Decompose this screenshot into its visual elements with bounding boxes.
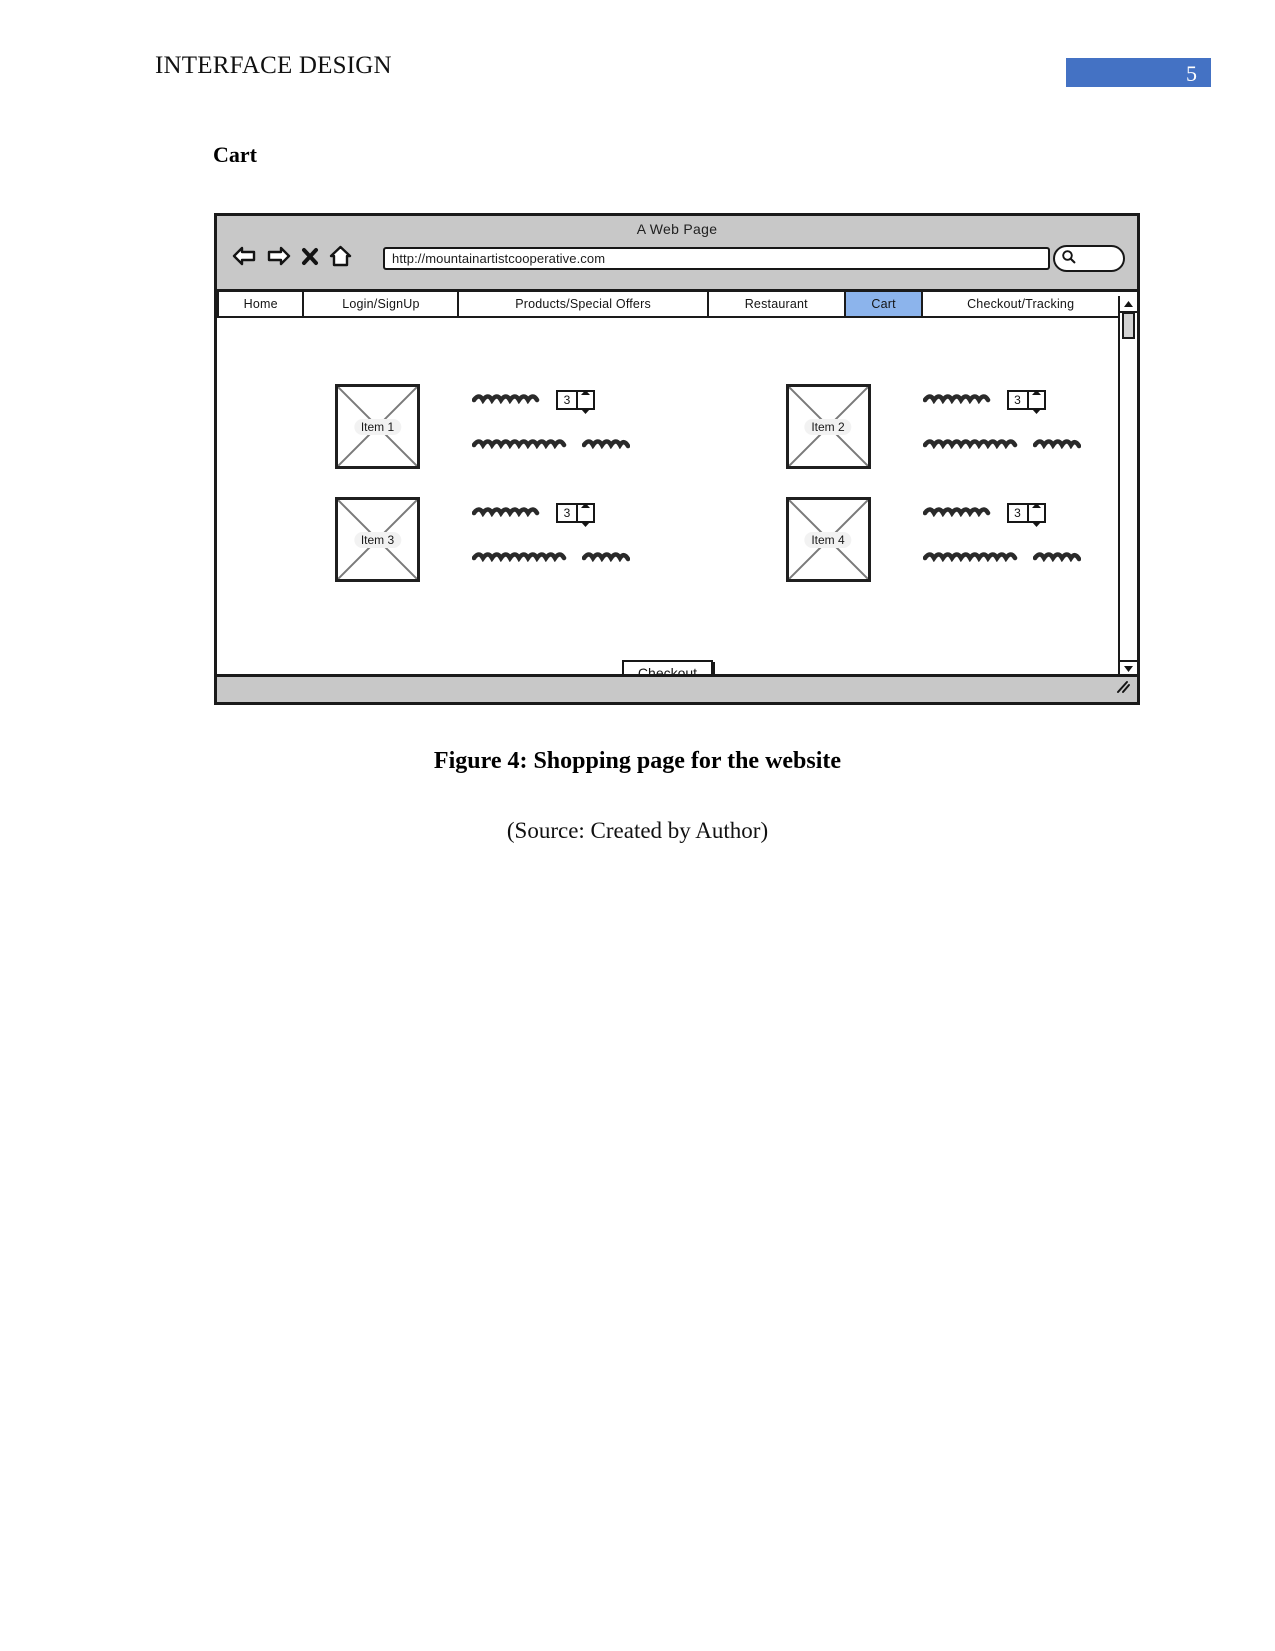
browser-status-bar [217, 674, 1137, 702]
chevron-up-icon[interactable] [1031, 495, 1041, 513]
item-description-placeholder-text [922, 436, 1025, 454]
quantity-value[interactable]: 3 [556, 503, 578, 523]
stepper-arrows[interactable] [578, 502, 595, 527]
search-box[interactable] [1053, 245, 1125, 272]
site-navigation-tabs: Home Login/SignUp Products/Special Offer… [217, 292, 1118, 318]
scroll-down-arrow-icon[interactable] [1120, 660, 1137, 675]
page-number-badge: 5 [1066, 58, 1211, 87]
url-bar[interactable]: http://mountainartistcooperative.com [383, 247, 1050, 270]
scroll-up-arrow-icon[interactable] [1120, 296, 1137, 313]
home-icon[interactable] [328, 244, 353, 268]
item-description-placeholder-text [471, 436, 574, 454]
cart-items-grid: Item 1 3 Item 2 3 Item 3 3 Item 4 3 [217, 384, 1118, 582]
chevron-down-icon[interactable] [1031, 514, 1041, 532]
item-image-placeholder: Item 2 [785, 384, 871, 469]
figure-caption: Figure 4: Shopping page for the website [433, 748, 842, 774]
stepper-arrows[interactable] [578, 389, 595, 414]
quantity-value[interactable]: 3 [1006, 390, 1029, 410]
cart-item: Item 2 3 [668, 384, 1119, 469]
figure-source-note: (Source: Created by Author) [506, 818, 769, 843]
tab-restaurant[interactable]: Restaurant [708, 292, 846, 316]
item-label: Item 3 [353, 531, 402, 548]
item-label: Item 1 [353, 418, 402, 435]
item-name-placeholder-text [471, 391, 546, 409]
item-name-placeholder-text [922, 391, 997, 409]
item-details: 3 [922, 384, 1081, 454]
quantity-value[interactable]: 3 [556, 390, 578, 410]
browser-chrome: A Web Page http://mountainartistcooperat… [217, 216, 1137, 292]
resize-grip-icon[interactable] [1115, 680, 1131, 699]
item-price-placeholder-text [581, 436, 631, 454]
cart-item: Item 4 3 [668, 497, 1119, 582]
browser-wireframe-mockup: A Web Page http://mountainartistcooperat… [214, 213, 1140, 705]
vertical-scrollbar[interactable] [1118, 296, 1137, 675]
forward-arrow-icon[interactable] [266, 245, 292, 267]
item-price-placeholder-text [1032, 436, 1081, 454]
item-image-placeholder: Item 1 [335, 384, 420, 469]
quantity-stepper[interactable]: 3 [1006, 389, 1046, 414]
cart-item: Item 3 3 [217, 497, 668, 582]
cart-item: Item 1 3 [217, 384, 668, 469]
chevron-up-icon[interactable] [581, 495, 590, 513]
scrollbar-thumb[interactable] [1122, 312, 1135, 339]
tab-products-special-offers[interactable]: Products/Special Offers [459, 292, 709, 316]
search-icon [1061, 249, 1076, 269]
section-heading: Cart [213, 142, 257, 167]
item-label: Item 2 [804, 418, 852, 435]
tab-login-signup[interactable]: Login/SignUp [304, 292, 460, 316]
item-name-placeholder-text [471, 504, 546, 522]
item-name-placeholder-text [922, 504, 997, 522]
cart-page-body: Item 1 3 Item 2 3 Item 3 3 Item 4 3 Chec… [217, 318, 1118, 701]
chevron-up-icon[interactable] [581, 382, 590, 400]
url-text: http://mountainartistcooperative.com [392, 251, 606, 266]
back-arrow-icon[interactable] [231, 245, 257, 267]
item-image-placeholder: Item 4 [785, 497, 871, 582]
stepper-arrows[interactable] [1028, 502, 1046, 527]
item-details: 3 [471, 497, 631, 567]
item-price-placeholder-text [581, 549, 631, 567]
chevron-up-icon[interactable] [1031, 382, 1041, 400]
item-details: 3 [471, 384, 631, 454]
item-description-placeholder-text [922, 549, 1025, 567]
item-description-placeholder-text [471, 549, 574, 567]
item-details: 3 [922, 497, 1081, 567]
chevron-down-icon[interactable] [581, 514, 590, 532]
close-x-icon[interactable] [301, 246, 319, 266]
chevron-down-icon[interactable] [1031, 401, 1041, 419]
tab-cart[interactable]: Cart [845, 292, 924, 316]
quantity-stepper[interactable]: 3 [556, 389, 595, 414]
quantity-stepper[interactable]: 3 [556, 502, 595, 527]
item-price-placeholder-text [1032, 549, 1081, 567]
tab-home[interactable]: Home [217, 292, 305, 316]
browser-nav-icons [231, 244, 353, 268]
item-label: Item 4 [804, 531, 852, 548]
quantity-stepper[interactable]: 3 [1006, 502, 1046, 527]
stepper-arrows[interactable] [1028, 389, 1046, 414]
chevron-down-icon[interactable] [581, 401, 590, 419]
header-title: INTERFACE DESIGN [155, 52, 392, 79]
tab-checkout-tracking[interactable]: Checkout/Tracking [923, 292, 1118, 316]
document-header: INTERFACE DESIGN 5 [0, 52, 1275, 92]
quantity-value[interactable]: 3 [1006, 503, 1029, 523]
item-image-placeholder: Item 3 [335, 497, 420, 582]
browser-window-title: A Web Page [636, 221, 718, 237]
